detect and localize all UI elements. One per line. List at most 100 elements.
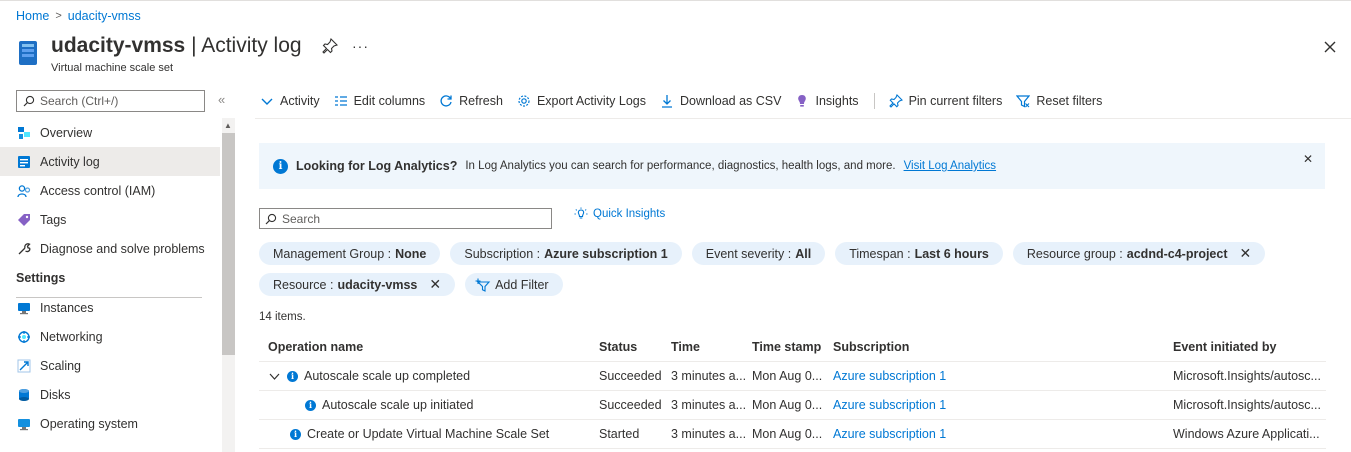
content-divider [255, 118, 1351, 119]
operation-name: Autoscale scale up completed [304, 369, 471, 383]
activity-search-input[interactable]: Search [259, 208, 552, 229]
breadcrumb-home-link[interactable]: Home [16, 9, 49, 23]
quick-insights-link[interactable]: Quick Insights [574, 207, 665, 221]
column-header-operation[interactable]: Operation name [259, 340, 599, 354]
refresh-button[interactable]: Refresh [439, 94, 503, 108]
networking-icon [16, 329, 31, 344]
column-header-time[interactable]: Time [671, 340, 752, 354]
operation-cell: i Autoscale scale up completed [259, 369, 599, 383]
edit-columns-button[interactable]: Edit columns [334, 94, 425, 108]
reset-filters-button[interactable]: Reset filters [1016, 94, 1102, 108]
sidebar-menu: Overview Activity log Access control (IA… [0, 118, 220, 438]
items-count: 14 items. [259, 311, 306, 323]
search-icon [23, 95, 35, 107]
scroll-up-arrow-icon[interactable]: ▲ [224, 121, 232, 130]
info-icon: i [273, 158, 288, 174]
expand-chevron-icon[interactable] [268, 370, 281, 383]
filter-value: Last 6 hours [914, 246, 989, 261]
operation-cell: i Create or Update Virtual Machine Scale… [259, 427, 599, 441]
visit-log-analytics-link[interactable]: Visit Log Analytics [904, 160, 996, 172]
insights-bulb-icon [798, 95, 807, 107]
info-icon: i [305, 399, 316, 411]
time-cell: 3 minutes a... [671, 427, 747, 441]
sidebar-item-label: Tags [40, 212, 67, 227]
sidebar-item-access-control[interactable]: Access control (IAM) [0, 176, 220, 205]
filter-resource-group[interactable]: Resource group : acdnd-c4-project ✕ [1012, 242, 1266, 265]
refresh-icon [440, 95, 452, 107]
initiated-by-cell: Microsoft.Insights/autosc... [1173, 369, 1321, 383]
filter-row-1: Management Group : None Subscription : A… [259, 242, 1266, 265]
column-header-timestamp[interactable]: Time stamp [752, 340, 833, 354]
column-header-status[interactable]: Status [599, 340, 671, 354]
scaling-icon [16, 358, 31, 373]
status-cell: Succeeded [599, 398, 662, 412]
sidebar-item-activity-log[interactable]: Activity log [0, 147, 220, 176]
time-cell: 3 minutes a... [671, 369, 747, 383]
add-filter-label: Add Filter [495, 277, 549, 292]
breadcrumb-resource-link[interactable]: udacity-vmss [68, 9, 141, 23]
table-row[interactable]: i Create or Update Virtual Machine Scale… [259, 420, 1326, 449]
pin-icon[interactable] [322, 38, 338, 54]
activity-log-icon [16, 154, 31, 169]
export-activity-logs-button[interactable]: Export Activity Logs [517, 94, 646, 108]
sidebar-item-networking[interactable]: Networking [0, 322, 220, 351]
column-header-initiated-by[interactable]: Event initiated by [1173, 340, 1323, 354]
close-icon[interactable] [1322, 39, 1338, 55]
filter-timespan[interactable]: Timespan : Last 6 hours [835, 242, 1003, 265]
banner-title: Looking for Log Analytics? [296, 159, 458, 173]
filter-resource[interactable]: Resource : udacity-vmss ✕ [259, 273, 456, 296]
table-header: Operation name Status Time Time stamp Su… [259, 333, 1326, 362]
subscription-link[interactable]: Azure subscription 1 [833, 369, 1173, 383]
sidebar-item-operating-system[interactable]: Operating system [0, 409, 220, 438]
sidebar-search-placeholder: Search (Ctrl+/) [40, 94, 119, 108]
log-analytics-banner: i Looking for Log Analytics? In Log Anal… [259, 143, 1325, 189]
filter-subscription[interactable]: Subscription : Azure subscription 1 [450, 242, 682, 265]
collapse-sidebar-icon[interactable]: « [218, 92, 225, 107]
download-csv-button[interactable]: Download as CSV [660, 94, 781, 108]
table-row[interactable]: i Autoscale scale up initiated Succeeded… [259, 391, 1326, 420]
sidebar-search-input[interactable]: Search (Ctrl+/) [16, 90, 205, 112]
subscription-link[interactable]: Azure subscription 1 [833, 398, 1173, 412]
sidebar-item-scaling[interactable]: Scaling [0, 351, 220, 380]
pin-current-filters-button[interactable]: Pin current filters [888, 94, 1003, 108]
operation-name: Create or Update Virtual Machine Scale S… [307, 427, 550, 441]
filter-value: All [795, 246, 812, 261]
table-row[interactable]: i Autoscale scale up completed Succeeded… [259, 362, 1326, 391]
filter-key: Management Group : [273, 246, 392, 261]
operation-name: Autoscale scale up initiated [322, 398, 474, 412]
sidebar-item-overview[interactable]: Overview [0, 118, 220, 147]
filter-management-group[interactable]: Management Group : None [259, 242, 441, 265]
toolbar-separator [873, 93, 875, 109]
subscription-link[interactable]: Azure subscription 1 [833, 427, 1173, 441]
status-cell: Succeeded [599, 369, 662, 383]
reset-filters-label: Reset filters [1036, 94, 1103, 108]
insights-button[interactable]: Insights [795, 94, 859, 108]
filter-event-severity[interactable]: Event severity : All [691, 242, 826, 265]
download-icon [662, 95, 673, 108]
filter-key: Resource : [273, 277, 334, 292]
remove-filter-icon[interactable]: ✕ [429, 276, 441, 293]
pin-filters-label: Pin current filters [908, 94, 1003, 108]
filter-key: Subscription : [464, 246, 541, 261]
sidebar-item-tags[interactable]: Tags [0, 205, 220, 234]
info-icon: i [290, 428, 301, 440]
column-header-subscription[interactable]: Subscription [833, 340, 1173, 354]
sidebar-item-label: Overview [40, 125, 93, 140]
sidebar-item-label: Diagnose and solve problems [40, 241, 205, 256]
banner-close-icon[interactable]: ✕ [1303, 152, 1313, 166]
activity-dropdown-button[interactable]: Activity [260, 94, 320, 108]
columns-icon [334, 96, 347, 106]
more-options-icon[interactable]: ··· [352, 38, 369, 54]
gear-icon [518, 95, 530, 107]
filter-value: Azure subscription 1 [544, 246, 668, 261]
add-filter-button[interactable]: Add Filter [465, 273, 563, 296]
sidebar-scrollbar-thumb[interactable] [222, 133, 235, 355]
sidebar-item-diagnose[interactable]: Diagnose and solve problems [0, 234, 220, 263]
status-cell: Started [599, 427, 640, 441]
sidebar-item-disks[interactable]: Disks [0, 380, 220, 409]
activity-search-placeholder: Search [282, 211, 321, 226]
remove-filter-icon[interactable]: ✕ [1240, 245, 1252, 262]
iam-icon [16, 183, 31, 198]
sidebar-item-label: Activity log [40, 154, 100, 169]
filter-reset-icon [1016, 95, 1031, 108]
